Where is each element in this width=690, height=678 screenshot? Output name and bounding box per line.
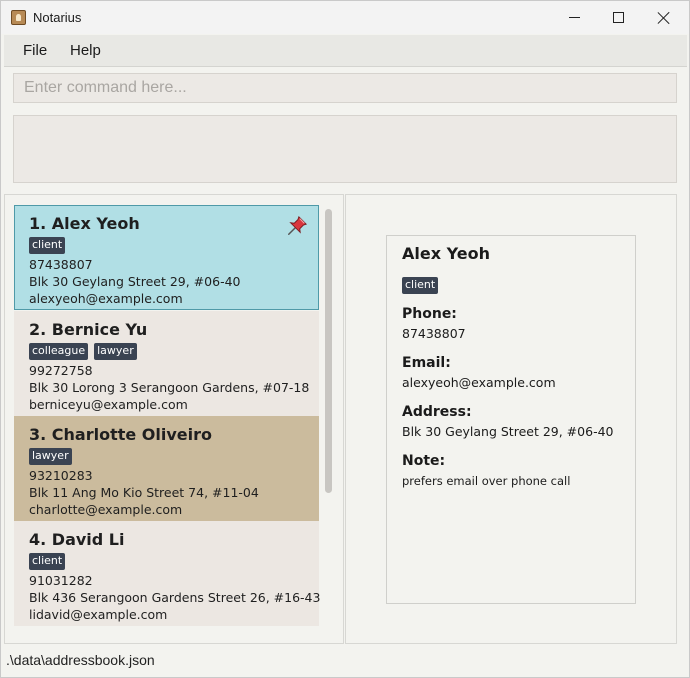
person-name: 1. Alex Yeoh: [29, 214, 140, 233]
minimize-button[interactable]: [551, 1, 597, 34]
person-list-panel: 1. Alex Yeoh client 87438807 Blk 30 Geylang…: [4, 194, 344, 644]
person-phone: 91031282: [29, 573, 93, 588]
detail-tags: client: [402, 275, 620, 294]
person-email: charlotte@example.com: [29, 502, 183, 517]
detail-note-label: Note:: [402, 453, 446, 469]
person-email: lidavid@example.com: [29, 607, 168, 622]
window-title: Notarius: [33, 10, 82, 25]
person-email: berniceyu@example.com: [29, 397, 188, 412]
person-address: Blk 30 Geylang Street 29, #06-40: [29, 274, 241, 289]
person-name: 3. Charlotte Oliveiro: [29, 425, 213, 444]
person-name: 4. David Li: [29, 530, 125, 549]
person-detail-card: Alex Yeoh client Phone: 87438807 Email: …: [386, 235, 636, 604]
tag: client: [29, 237, 66, 254]
tag: colleague: [29, 343, 89, 360]
person-detail-panel: Alex Yeoh client Phone: 87438807 Email: …: [345, 194, 677, 644]
person-phone: 93210283: [29, 468, 93, 483]
command-input[interactable]: [14, 74, 676, 102]
close-icon: [658, 12, 670, 24]
detail-phone: 87438807: [402, 326, 466, 341]
person-address: Blk 11 Ang Mo Kio Street 74, #11-04: [29, 485, 259, 500]
close-button[interactable]: [641, 1, 687, 34]
detail-address-label: Address:: [402, 404, 472, 420]
status-bar-file-path: .\data\addressbook.json: [6, 652, 155, 668]
person-tags: client: [29, 553, 319, 571]
person-address: Blk 30 Lorong 3 Serangoon Gardens, #07-1…: [29, 380, 310, 395]
person-card[interactable]: 1. Alex Yeoh client 87438807 Blk 30 Geylang…: [14, 205, 319, 310]
person-name: 2. Bernice Yu: [29, 320, 148, 339]
app-icon: [11, 10, 26, 25]
menu-bar: File Help: [4, 35, 687, 67]
person-phone: 87438807: [29, 257, 93, 272]
detail-email-label: Email:: [402, 355, 451, 371]
maximize-icon: [612, 12, 624, 23]
detail-address: Blk 30 Geylang Street 29, #06-40: [402, 424, 614, 439]
result-display: [13, 115, 677, 183]
title-bar[interactable]: Notarius: [1, 1, 689, 34]
person-phone: 99272758: [29, 363, 93, 378]
minimize-icon: [568, 17, 580, 18]
maximize-button[interactable]: [595, 1, 641, 34]
tag: client: [29, 553, 66, 570]
person-card[interactable]: 4. David Li client 91031282 Blk 436 Serango…: [14, 521, 321, 626]
pin-icon: [288, 215, 308, 235]
detail-email: alexyeoh@example.com: [402, 375, 556, 390]
person-tags: lawyer: [29, 448, 319, 466]
command-box[interactable]: [13, 73, 677, 103]
tag: lawyer: [94, 343, 137, 360]
person-tags: colleague lawyer: [29, 343, 319, 361]
menu-file[interactable]: File: [23, 42, 47, 59]
person-card[interactable]: 3. Charlotte Oliveiro lawyer 93210283 Blk 1…: [14, 416, 319, 521]
person-address: Blk 436 Serangoon Gardens Street 26, #16…: [29, 590, 321, 605]
detail-name: Alex Yeoh: [402, 244, 490, 263]
tag: lawyer: [29, 448, 72, 465]
person-email: alexyeoh@example.com: [29, 291, 183, 306]
person-tags: client: [29, 237, 318, 255]
app-window: Notarius File Help 1. Alex Yeoh client 874…: [0, 0, 690, 678]
tag: client: [402, 277, 439, 294]
person-card[interactable]: 2. Bernice Yu colleague lawyer 99272758 Blk …: [14, 311, 319, 416]
menu-help[interactable]: Help: [70, 42, 101, 59]
detail-phone-label: Phone:: [402, 306, 457, 322]
detail-note: prefers email over phone call: [402, 474, 571, 488]
scrollbar-thumb[interactable]: [325, 209, 332, 493]
